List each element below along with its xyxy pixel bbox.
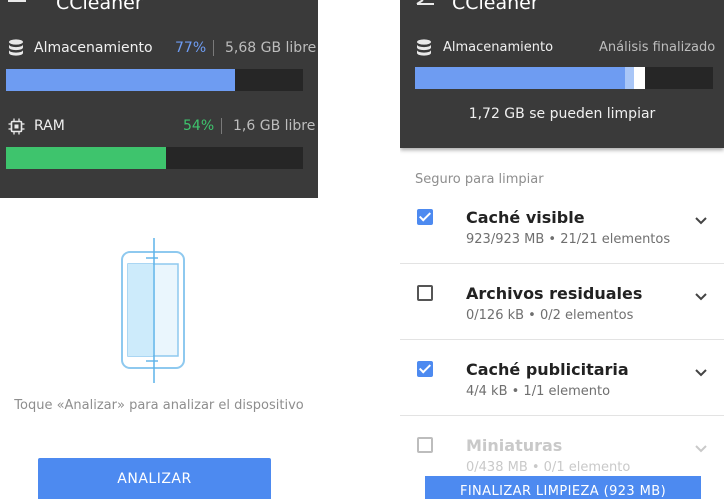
list-item[interactable]: Caché visible 923/923 MB • 21/21 element… <box>400 188 724 264</box>
analyze-hint: Toque «Analizar» para analizar el dispos… <box>14 398 304 413</box>
item-subtitle: 4/4 kB • 1/1 elemento <box>466 384 611 399</box>
chevron-down-icon[interactable] <box>694 292 708 302</box>
checkbox-checked[interactable] <box>417 361 433 377</box>
chevron-down-icon[interactable] <box>694 368 708 378</box>
back-arrow-icon[interactable] <box>414 0 436 8</box>
item-subtitle: 0/126 kB • 0/2 elementos <box>466 308 634 323</box>
analysis-status: Análisis finalizado <box>599 40 716 55</box>
ram-percent: 54% <box>183 118 215 134</box>
list-item[interactable]: Caché publicitaria 4/4 kB • 1/1 elemento <box>400 340 724 416</box>
item-title: Caché publicitaria <box>466 360 629 379</box>
finish-cleaning-button[interactable]: FINALIZAR LIMPIEZA (923 MB) <box>425 476 701 499</box>
database-icon <box>9 39 23 56</box>
item-title: Miniaturas <box>466 436 563 455</box>
storage-label: Almacenamiento <box>443 40 554 55</box>
hamburger-menu-icon[interactable] <box>8 0 26 6</box>
chevron-down-icon[interactable] <box>694 216 708 226</box>
cleanable-summary: 1,72 GB se pueden limpiar <box>468 106 656 122</box>
ram-label: RAM <box>34 118 65 134</box>
home-screen: CCleaner Almacenamiento 77% 5,68 GB libr… <box>0 0 318 499</box>
chevron-down-icon[interactable] <box>694 444 708 454</box>
storage-percent: 77% <box>175 40 207 56</box>
storage-usage-fill <box>6 69 235 91</box>
analyze-button[interactable]: ANALIZAR <box>38 458 271 499</box>
results-screen: CCleaner Almacenamiento Análisis finaliz… <box>400 0 724 499</box>
app-title: CCleaner <box>452 0 539 14</box>
storage-free: 5,68 GB libre <box>225 40 317 56</box>
phone-scan-icon <box>121 238 185 383</box>
checkbox-unchecked[interactable] <box>417 437 433 453</box>
list-item[interactable]: Archivos residuales 0/126 kB • 0/2 eleme… <box>400 264 724 340</box>
used-fill <box>415 67 625 89</box>
divider <box>221 118 222 134</box>
results-header: CCleaner Almacenamiento Análisis finaliz… <box>400 0 724 148</box>
app-title: CCleaner <box>56 0 143 14</box>
ram-usage-fill <box>6 147 167 169</box>
storage-usage-bar <box>6 69 303 91</box>
chip-icon <box>8 118 25 135</box>
item-title: Archivos residuales <box>466 284 643 303</box>
checkbox-checked[interactable] <box>417 209 433 225</box>
item-subtitle: 0/438 MB • 0/1 elemento <box>466 460 631 475</box>
home-header: CCleaner Almacenamiento 77% 5,68 GB libr… <box>0 0 318 198</box>
item-title: Caché visible <box>466 208 585 227</box>
cleanable-fill <box>625 67 634 89</box>
ram-usage-bar <box>6 147 303 169</box>
checkbox-unchecked[interactable] <box>417 285 433 301</box>
database-icon <box>417 39 431 56</box>
section-label: Seguro para limpiar <box>415 172 544 187</box>
divider <box>213 40 214 56</box>
storage-label: Almacenamiento <box>34 40 153 56</box>
cleanup-bar <box>415 67 713 89</box>
item-subtitle: 923/923 MB • 21/21 elementos <box>466 232 671 247</box>
free-marker <box>634 67 645 89</box>
ram-free: 1,6 GB libre <box>233 118 316 134</box>
